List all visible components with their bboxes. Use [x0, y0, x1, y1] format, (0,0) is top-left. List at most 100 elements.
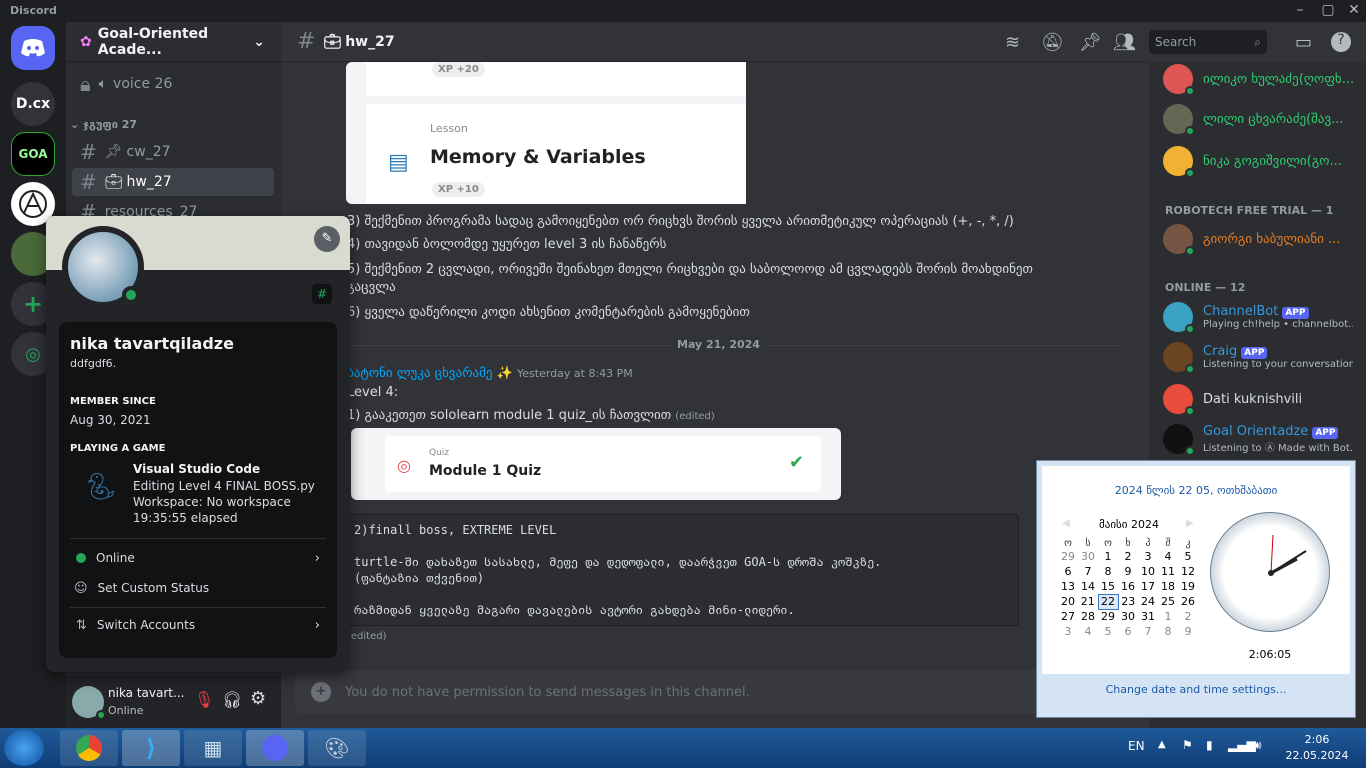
calendar-day[interactable]: 9 — [1178, 624, 1198, 639]
network-icon[interactable]: ▂▄▆ — [1228, 738, 1256, 752]
calendar-day[interactable]: 2 — [1118, 549, 1138, 564]
calendar-day[interactable]: 28 — [1078, 609, 1098, 624]
member-item[interactable]: ChannelBot APP Playing ch!help • channelbo… — [1163, 296, 1353, 338]
channel-cw-27[interactable]: # 📌︎ cw_27 — [72, 138, 274, 166]
calendar-day[interactable]: 2 — [1178, 609, 1198, 624]
flag-icon[interactable]: ⚑ — [1182, 738, 1193, 752]
lock-icon: 🔒︎ — [80, 72, 91, 96]
next-month-icon[interactable]: ▶ — [1186, 518, 1194, 529]
taskbar-clock[interactable]: 2:06 22.05.2024 — [1282, 732, 1352, 766]
pin-icon[interactable]: 📌︎ — [1079, 32, 1102, 53]
member-item[interactable]: Goal Orientadze APP Listening to Ⓐ Made wi… — [1163, 418, 1353, 460]
close-icon[interactable]: ✕ — [1344, 2, 1364, 20]
chrome-taskbar-icon[interactable] — [60, 730, 118, 766]
channel-voice-26[interactable]: 🔒︎ 🔈︎ voice 26 — [72, 70, 274, 98]
guild-goa[interactable]: GOA — [11, 132, 55, 176]
calendar-day[interactable]: 13 — [1058, 579, 1078, 594]
lesson-card[interactable]: ▤ Lesson Memory & Variables XP +10 — [366, 104, 746, 204]
calendar-day[interactable]: 8 — [1098, 564, 1118, 579]
mute-mic-icon[interactable]: 🎙︎ — [194, 690, 214, 709]
edit-profile-icon[interactable]: ✎ — [314, 226, 340, 252]
calendar-day[interactable]: 24 — [1138, 594, 1158, 609]
avatar[interactable] — [62, 226, 144, 308]
calendar-day[interactable]: 7 — [1078, 564, 1098, 579]
calendar-day[interactable]: 10 — [1138, 564, 1158, 579]
calendar-day[interactable]: 26 — [1178, 594, 1198, 609]
server-header[interactable]: ✿ Goal-Oriented Acade... ⌄ — [66, 22, 281, 62]
message-author[interactable]: ბატონი ლუკა ცხვარამე — [347, 366, 493, 381]
custom-status-item[interactable]: ☺ Set Custom Status — [70, 573, 326, 603]
calendar-day[interactable]: 29 — [1098, 609, 1118, 624]
category-label[interactable]: ⌄ ჯგუფი 27 — [70, 118, 137, 131]
calendar-day[interactable]: 1 — [1098, 549, 1118, 564]
maximize-icon[interactable]: ▢ — [1318, 2, 1338, 20]
inbox-icon[interactable]: ▭ — [1295, 32, 1312, 53]
calendar-day[interactable]: 7 — [1138, 624, 1158, 639]
message-composer[interactable]: + You do not have permission to send mes… — [295, 670, 1137, 714]
threads-icon[interactable]: ≋ — [1005, 32, 1020, 53]
language-indicator[interactable]: EN — [1128, 739, 1145, 753]
calendar-day[interactable]: 4 — [1158, 549, 1178, 564]
calendar-day[interactable]: 16 — [1118, 579, 1138, 594]
member-item[interactable]: ილიკო ხულაძე(ღოფხ... — [1163, 58, 1353, 100]
calendar-day[interactable]: 18 — [1158, 579, 1178, 594]
calendar-day[interactable]: 29 — [1058, 549, 1078, 564]
paint-taskbar-icon[interactable]: 🎨︎ — [308, 730, 366, 766]
calendar-day[interactable]: 30 — [1078, 549, 1098, 564]
discord-home-icon[interactable] — [11, 26, 55, 70]
calendar-day[interactable]: 3 — [1058, 624, 1078, 639]
volume-icon[interactable]: 🔊︎ — [1254, 738, 1262, 753]
calendar-day[interactable]: 30 — [1118, 609, 1138, 624]
battery-icon[interactable]: ▮ — [1206, 738, 1213, 752]
member-item[interactable]: ნიკა გოგიშვილი(გო... — [1163, 140, 1353, 182]
calendar-day[interactable]: 11 — [1158, 564, 1178, 579]
calendar-day[interactable]: 3 — [1138, 549, 1158, 564]
avatar[interactable] — [72, 686, 106, 720]
search-input[interactable]: Search ⌕ — [1149, 30, 1267, 54]
calendar-day[interactable]: 6 — [1118, 624, 1138, 639]
calendar-day[interactable]: 4 — [1078, 624, 1098, 639]
calendar-day[interactable]: 9 — [1118, 564, 1138, 579]
guild-dcx[interactable]: D.cx — [11, 82, 55, 126]
calendar-month[interactable]: მაისი 2024 — [1099, 518, 1159, 531]
calendar-day[interactable]: 15 — [1098, 579, 1118, 594]
help-icon[interactable]: ? — [1331, 32, 1351, 52]
control-panel-taskbar-icon[interactable]: ▦ — [184, 730, 242, 766]
status-online-item[interactable]: Online › — [70, 543, 326, 573]
mute-bell-icon[interactable]: 🔕︎ — [1041, 32, 1064, 53]
discord-taskbar-icon[interactable] — [246, 730, 304, 766]
tray-arrow-icon[interactable]: ▲ — [1158, 739, 1166, 750]
switch-accounts-item[interactable]: ⇅ Switch Accounts › — [70, 608, 326, 642]
calendar-day[interactable]: 14 — [1078, 579, 1098, 594]
calendar-day[interactable]: 21 — [1078, 594, 1098, 609]
quiz-card[interactable]: ◎ Quiz Module 1 Quiz ✔ — [385, 436, 821, 492]
calendar-day[interactable]: 5 — [1098, 624, 1118, 639]
calendar-day[interactable]: 31 — [1138, 609, 1158, 624]
member-item[interactable]: გიორგი ხაბულიანი ... — [1163, 218, 1353, 260]
calendar-day[interactable]: 1 — [1158, 609, 1178, 624]
prev-month-icon[interactable]: ◀ — [1062, 518, 1070, 529]
gear-icon[interactable]: ⚙ — [250, 688, 266, 709]
calendar-day[interactable]: 8 — [1158, 624, 1178, 639]
clock-date-header[interactable]: 2024 წლის 22 05, ოთხშაბათი — [1042, 484, 1350, 497]
calendar-day[interactable]: 6 — [1058, 564, 1078, 579]
vscode-taskbar-icon[interactable]: ⟩ — [122, 730, 180, 766]
calendar-day[interactable]: 5 — [1178, 549, 1198, 564]
member-item[interactable]: Dati kuknishvili — [1163, 378, 1353, 420]
headphones-icon[interactable]: 🎧︎ — [222, 690, 242, 709]
member-item[interactable]: ლილი ცხვარაძე(შავ... — [1163, 98, 1353, 140]
member-list-icon[interactable]: 👥︎ — [1113, 32, 1136, 53]
calendar-day[interactable]: 22 — [1097, 593, 1119, 610]
calendar-day[interactable]: 20 — [1058, 594, 1078, 609]
calendar-day[interactable]: 25 — [1158, 594, 1178, 609]
calendar-day[interactable]: 23 — [1118, 594, 1138, 609]
channel-hw-27[interactable]: # 💼︎ hw_27 — [72, 168, 274, 196]
calendar-day[interactable]: 27 — [1058, 609, 1078, 624]
calendar-day[interactable]: 19 — [1178, 579, 1198, 594]
minimize-icon[interactable]: – — [1290, 2, 1310, 20]
calendar-day[interactable]: 17 — [1138, 579, 1158, 594]
member-item[interactable]: Craig APP Listening to your conversations — [1163, 336, 1353, 378]
change-date-time-link[interactable]: Change date and time settings... — [1037, 683, 1355, 696]
calendar-day[interactable]: 12 — [1178, 564, 1198, 579]
start-button[interactable] — [4, 730, 44, 766]
